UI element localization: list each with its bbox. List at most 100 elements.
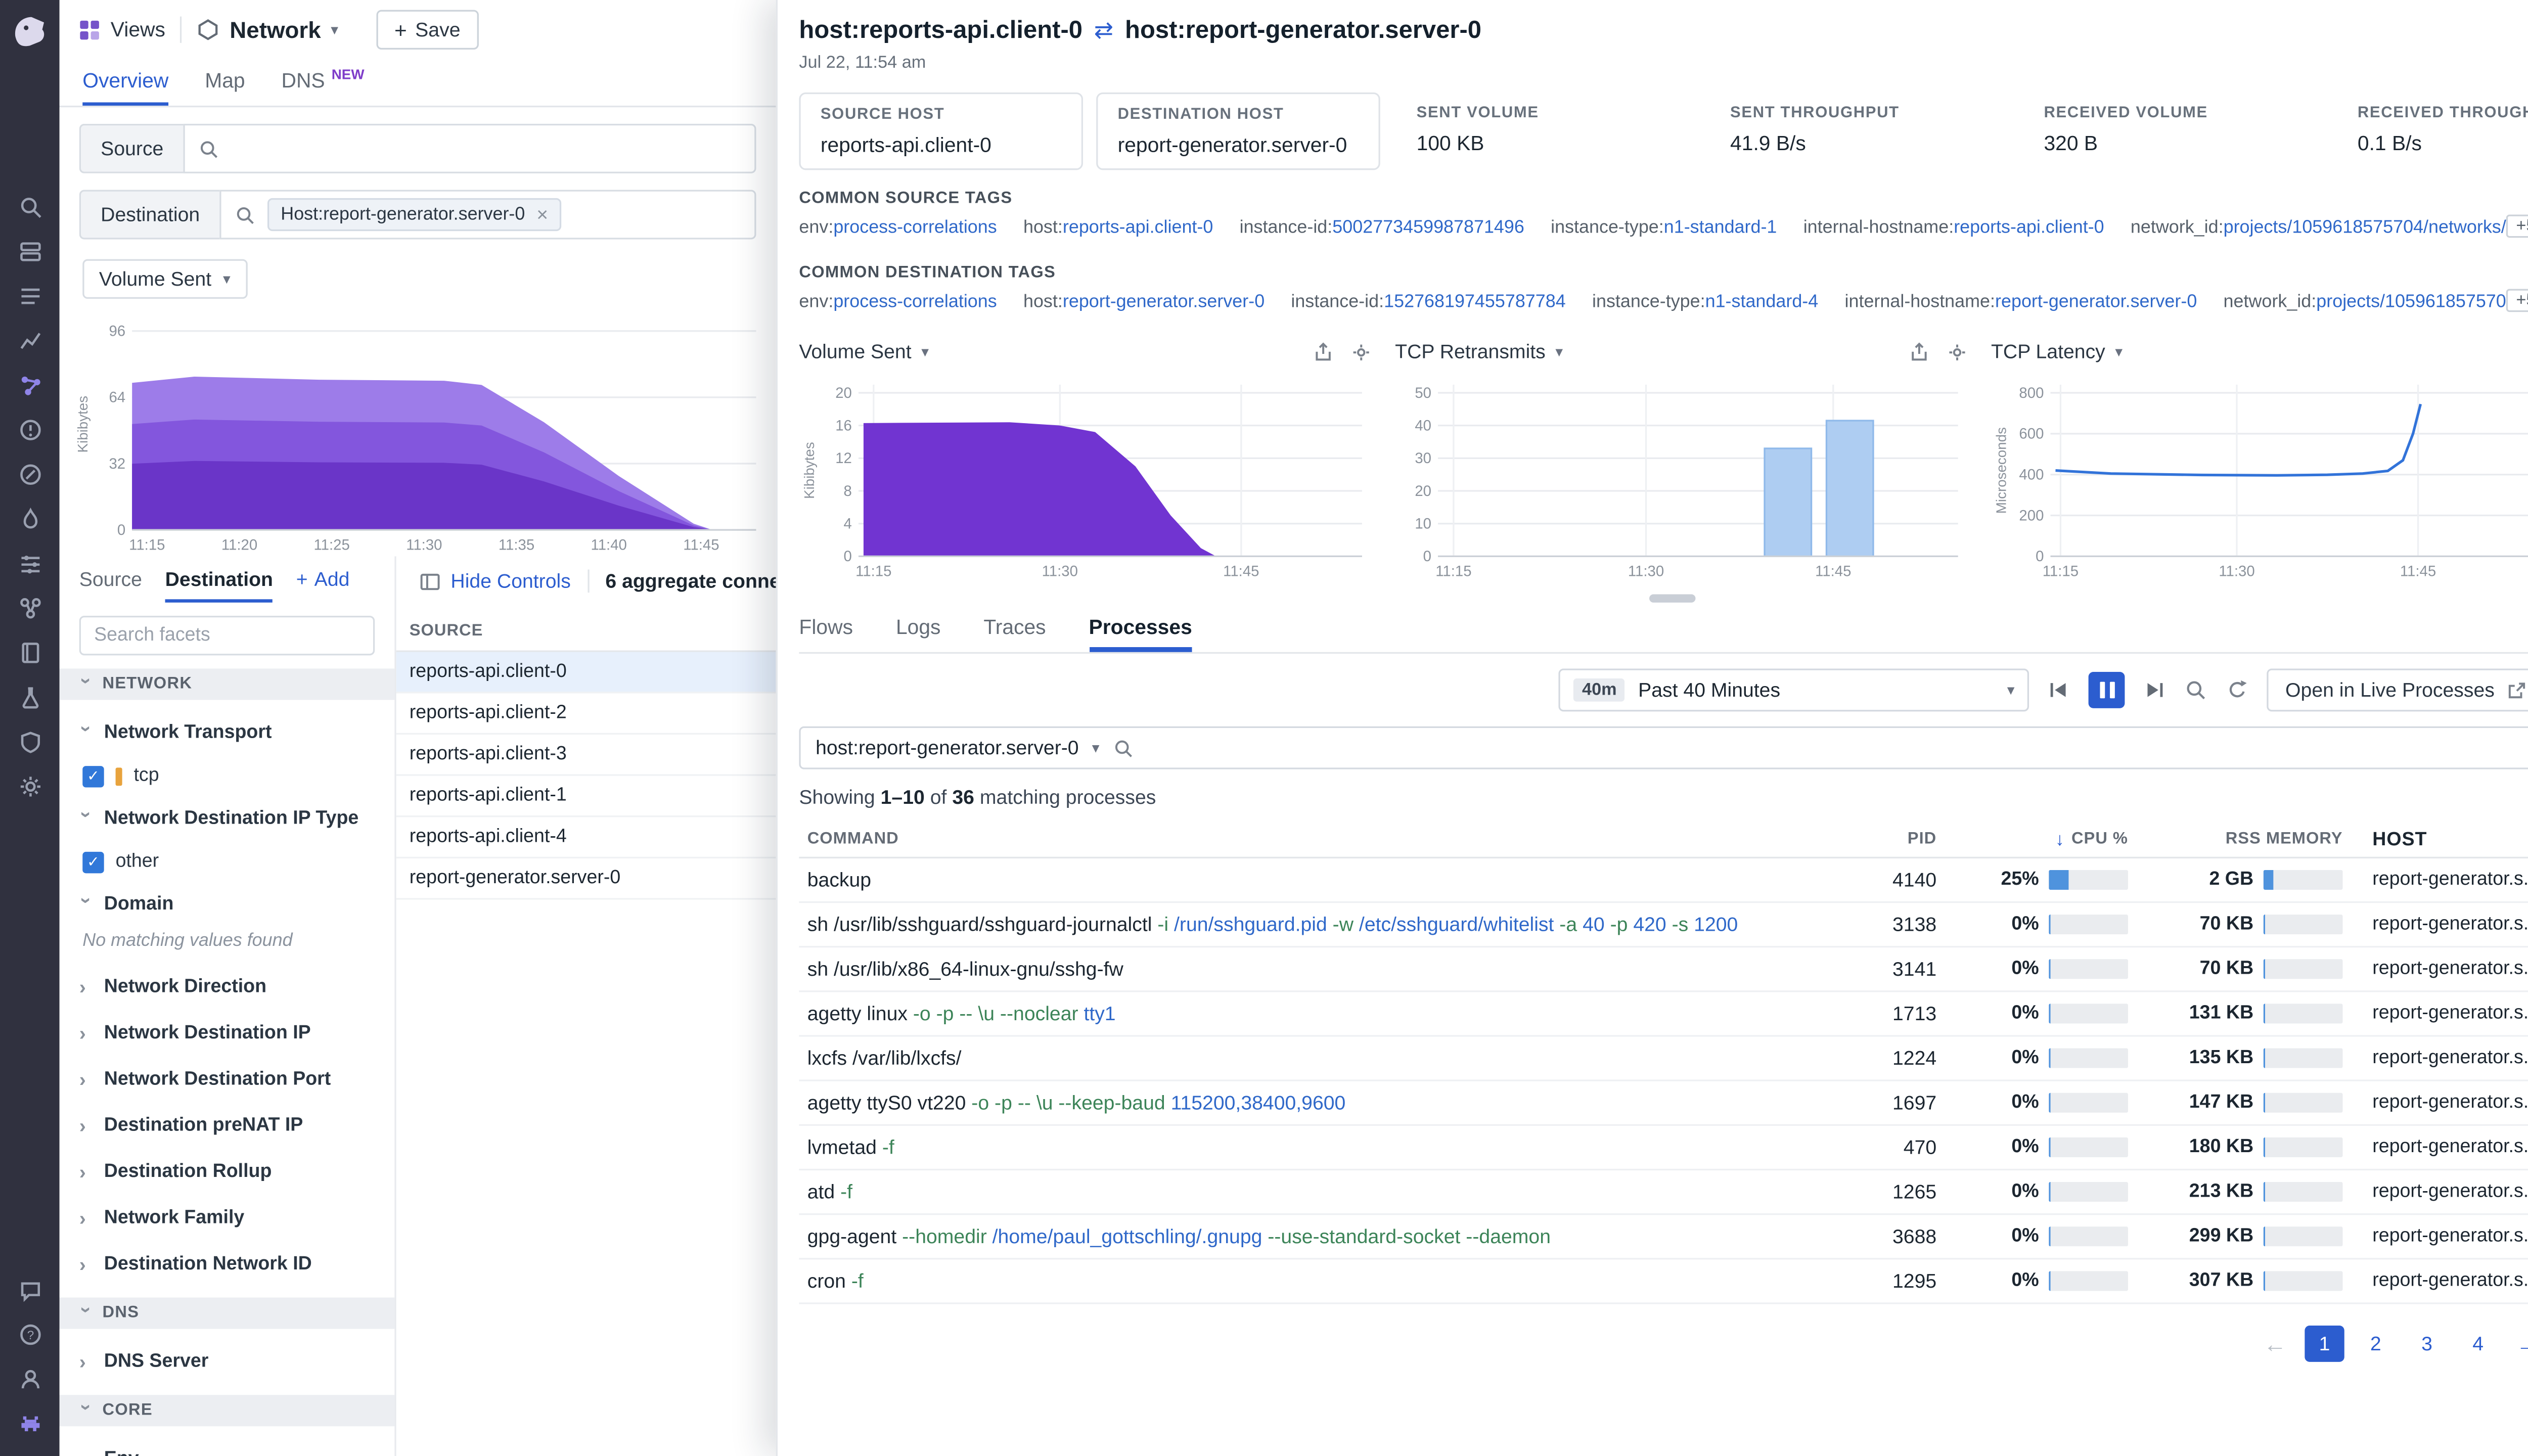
- tag[interactable]: network_id:projects/1059618575704/networ…: [2224, 292, 2528, 312]
- resize-handle[interactable]: [1649, 595, 1695, 603]
- process-row[interactable]: agetty ttyS0 vt220 -o -p -- \u --keep-ba…: [799, 1081, 2528, 1126]
- facet-group[interactable]: ›Network Destination IP Type: [60, 796, 395, 842]
- nav-apm-icon[interactable]: [4, 452, 56, 497]
- checkbox-checked-icon[interactable]: ✓: [82, 851, 104, 872]
- tab-logs[interactable]: Logs: [896, 606, 941, 652]
- nav-infrastructure-icon[interactable]: [4, 230, 56, 274]
- tab-dns[interactable]: DNSNEW: [281, 60, 364, 106]
- views-menu[interactable]: Views: [79, 18, 165, 41]
- facet-search-input[interactable]: [81, 626, 373, 646]
- facet-section-header[interactable]: ›DNS: [60, 1298, 395, 1329]
- destination-query-input[interactable]: Host:report-generator.server-0×: [219, 190, 756, 240]
- tag[interactable]: instance-type:n1-standard-1: [1551, 218, 1777, 238]
- facet-group[interactable]: ›Destination Rollup: [60, 1149, 395, 1195]
- nav-profiling-icon[interactable]: [4, 497, 56, 541]
- process-search-input[interactable]: host:report-generator.server-0 ▾: [799, 726, 2528, 769]
- refresh-icon[interactable]: [2226, 678, 2249, 702]
- metric-select[interactable]: Volume Sent▾: [82, 259, 247, 299]
- process-row[interactable]: atd -f12650%213 KBreport-generator.s...: [799, 1170, 2528, 1215]
- nav-help-icon[interactable]: ?: [4, 1312, 56, 1357]
- connection-row[interactable]: reports-api.client-0: [396, 652, 776, 694]
- nav-search-icon[interactable]: [4, 185, 56, 230]
- page-title-dropdown[interactable]: Network ▾: [197, 17, 338, 43]
- facet-group[interactable]: ›Network Family: [60, 1195, 395, 1241]
- source-column-header[interactable]: SOURCE: [396, 603, 776, 652]
- timeframe-select[interactable]: 40m Past 40 Minutes ▾: [1559, 668, 2029, 711]
- column-command[interactable]: COMMAND: [807, 830, 1831, 848]
- nav-security-icon[interactable]: [4, 720, 56, 764]
- process-row[interactable]: lvmetad -f4700%180 KBreport-generator.s.…: [799, 1126, 2528, 1170]
- nav-settings-icon[interactable]: [4, 764, 56, 809]
- connection-row[interactable]: report-generator.server-0: [396, 858, 776, 900]
- datadog-logo[interactable]: [8, 10, 51, 53]
- page-button[interactable]: 1: [2305, 1326, 2344, 1362]
- chart-title-dropdown[interactable]: TCP Retransmits: [1395, 340, 1546, 363]
- nav-arcade-icon[interactable]: [4, 1401, 56, 1446]
- destination-filter-chip[interactable]: Host:report-generator.server-0×: [267, 198, 561, 231]
- export-icon[interactable]: [1909, 341, 1930, 362]
- process-row[interactable]: gpg-agent --homedir /home/paul_gottschli…: [799, 1215, 2528, 1259]
- facet-group[interactable]: ›Network Direction: [60, 964, 395, 1010]
- nav-metrics-icon[interactable]: [4, 318, 56, 363]
- tag[interactable]: env:process-correlations: [799, 292, 997, 312]
- nav-controls-icon[interactable]: [4, 541, 56, 586]
- column-pid[interactable]: PID: [1831, 830, 1936, 848]
- process-row[interactable]: sh /usr/lib/sshguard/sshguard-journalctl…: [799, 903, 2528, 947]
- tag[interactable]: instance-id:152768197455787784: [1291, 292, 1565, 312]
- facet-group[interactable]: ›Network Transport: [60, 710, 395, 756]
- process-row[interactable]: sh /usr/lib/x86_64-linux-gnu/sshg-fw3141…: [799, 947, 2528, 992]
- process-row[interactable]: agetty linux -o -p -- \u --noclear tty11…: [799, 992, 2528, 1036]
- export-icon[interactable]: [1313, 341, 1334, 362]
- show-more-tags[interactable]: +5: [2506, 214, 2528, 238]
- tag[interactable]: internal-hostname:report-generator.serve…: [1845, 292, 2197, 312]
- tag[interactable]: env:process-correlations: [799, 218, 997, 238]
- save-button[interactable]: +Save: [376, 10, 478, 50]
- nav-notebooks-icon[interactable]: [4, 630, 56, 675]
- tab-overview[interactable]: Overview: [82, 60, 168, 106]
- facet-value[interactable]: ✓other: [60, 842, 395, 881]
- tag[interactable]: internal-hostname:reports-api.client-0: [1803, 218, 2104, 238]
- facet-group[interactable]: ›Domain: [60, 882, 395, 928]
- facet-group[interactable]: ›Destination preNAT IP: [60, 1103, 395, 1149]
- nav-labs-icon[interactable]: [4, 675, 56, 720]
- tab-flows[interactable]: Flows: [799, 606, 853, 652]
- nav-user-icon[interactable]: [4, 1357, 56, 1401]
- chart-title-dropdown[interactable]: TCP Latency: [1991, 340, 2105, 363]
- facet-group[interactable]: ›Network Destination IP: [60, 1010, 395, 1056]
- process-row[interactable]: lxcfs /var/lib/lxcfs/12240%135 KBreport-…: [799, 1037, 2528, 1081]
- facet-group[interactable]: ›DNS Server: [60, 1339, 395, 1385]
- facet-group[interactable]: ›Env: [60, 1436, 395, 1456]
- nav-monitors-icon[interactable]: [4, 408, 56, 452]
- page-button[interactable]: 4: [2458, 1326, 2498, 1362]
- nav-logs-icon[interactable]: [4, 274, 56, 318]
- search-zoom-icon[interactable]: [2185, 678, 2208, 702]
- column-rss-memory[interactable]: RSS MEMORY: [2138, 830, 2353, 848]
- pause-button[interactable]: [2089, 672, 2125, 708]
- connection-row[interactable]: reports-api.client-4: [396, 817, 776, 858]
- process-row[interactable]: cron -f12950%307 KBreport-generator.s...: [799, 1259, 2528, 1304]
- process-row[interactable]: backup414025%2 GBreport-generator.s...: [799, 858, 2528, 903]
- facet-value[interactable]: ✓tcp: [60, 756, 395, 796]
- facet-tab-source[interactable]: Source: [79, 560, 142, 603]
- facet-section-header[interactable]: ›CORE: [60, 1395, 395, 1426]
- facet-add-button[interactable]: +Add: [296, 560, 350, 603]
- gear-icon[interactable]: [1350, 341, 1372, 362]
- column-host[interactable]: HOST: [2353, 830, 2528, 849]
- nav-network-icon[interactable]: [4, 363, 56, 407]
- skip-forward-icon[interactable]: [2143, 678, 2166, 702]
- checkbox-checked-icon[interactable]: ✓: [82, 765, 104, 786]
- tag[interactable]: instance-id:5002773459987871496: [1240, 218, 1524, 238]
- nav-service-map-icon[interactable]: [4, 586, 56, 630]
- chart-title-dropdown[interactable]: Volume Sent: [799, 340, 911, 363]
- connection-row[interactable]: reports-api.client-1: [396, 776, 776, 817]
- tab-processes[interactable]: Processes: [1089, 606, 1192, 652]
- page-button[interactable]: 2: [2356, 1326, 2396, 1362]
- tag[interactable]: instance-type:n1-standard-4: [1592, 292, 1818, 312]
- tag[interactable]: network_id:projects/1059618575704/networ…: [2131, 218, 2528, 238]
- connection-row[interactable]: reports-api.client-3: [396, 735, 776, 776]
- previous-page-arrow[interactable]: ←: [2264, 1331, 2287, 1357]
- remove-filter-icon[interactable]: ×: [536, 203, 548, 226]
- tag[interactable]: host:report-generator.server-0: [1023, 292, 1265, 312]
- show-more-tags[interactable]: +5: [2506, 289, 2528, 312]
- tab-traces[interactable]: Traces: [983, 606, 1046, 652]
